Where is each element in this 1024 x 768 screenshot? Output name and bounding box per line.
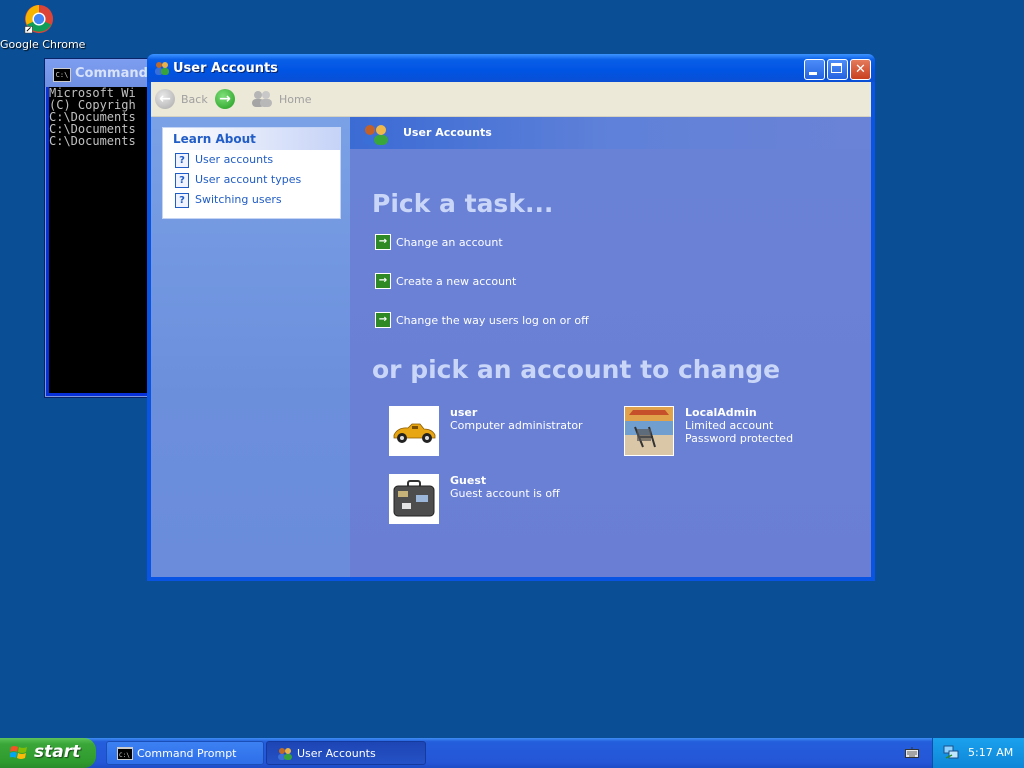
account-name: user xyxy=(450,406,478,419)
account-password-status: Password protected xyxy=(685,432,794,445)
console-line: C:\Documents xyxy=(49,134,136,148)
keyboard-icon[interactable] xyxy=(905,747,919,758)
task-pane: Learn About ? User accounts ? User accou… xyxy=(151,117,350,577)
suitcase-icon xyxy=(390,475,438,523)
learn-link-label: User account types xyxy=(195,173,302,186)
beach-chairs-icon xyxy=(625,407,673,455)
main-pane: User Accounts Pick a task... → Change an… xyxy=(350,117,871,577)
network-icon[interactable] xyxy=(943,745,959,760)
taskbar-item-user-accounts[interactable]: User Accounts xyxy=(266,741,426,765)
task-label: Change the way users log on or off xyxy=(396,313,589,327)
system-tray: 5:17 AM xyxy=(932,738,1024,768)
task-change-account[interactable]: → Change an account xyxy=(375,234,503,250)
minimize-button[interactable] xyxy=(804,59,825,80)
user-accounts-icon xyxy=(278,748,292,760)
pane-header: User Accounts xyxy=(350,117,871,149)
account-picture-suitcase[interactable] xyxy=(389,474,439,524)
svg-text:C:\: C:\ xyxy=(119,752,130,759)
start-label: start xyxy=(34,742,81,762)
user-accounts-window: User Accounts ✕ ← Back → Home Learn Abou… xyxy=(147,54,875,581)
pick-task-heading: Pick a task... xyxy=(372,189,554,218)
account-type: Limited account xyxy=(685,419,774,432)
content-area: Learn About ? User accounts ? User accou… xyxy=(151,117,871,577)
account-name: Guest xyxy=(450,474,487,487)
race-car-icon xyxy=(390,407,438,455)
home-button[interactable]: Home xyxy=(251,87,311,111)
close-button[interactable]: ✕ xyxy=(850,59,871,80)
desktop-icon-chrome[interactable]: Google Chrome xyxy=(0,2,86,54)
task-arrow-icon: → xyxy=(375,234,391,250)
account-picture-race-car[interactable] xyxy=(389,406,439,456)
account-localadmin[interactable]: LocalAdmin Limited account Password prot… xyxy=(624,406,844,458)
learn-link-label: User accounts xyxy=(195,153,274,166)
learn-about-heading: Learn About xyxy=(163,128,340,150)
task-label: Create a new account xyxy=(396,274,517,288)
account-picture-beach-chairs[interactable] xyxy=(624,406,674,456)
command-prompt-window[interactable]: C:\ Command P Microsoft Wi (C) Copyrigh … xyxy=(44,58,162,398)
account-name: LocalAdmin xyxy=(685,406,757,419)
account-user[interactable]: user Computer administrator xyxy=(389,406,609,458)
task-label: Change an account xyxy=(396,235,503,249)
user-accounts-icon xyxy=(155,62,169,75)
maximize-icon xyxy=(831,63,842,73)
taskbar-item-label: User Accounts xyxy=(297,747,376,760)
learn-link-label: Switching users xyxy=(195,193,282,206)
forward-button[interactable]: → xyxy=(215,87,235,111)
toolbar: ← Back → Home xyxy=(151,82,871,117)
account-guest[interactable]: Guest Guest account is off xyxy=(389,474,609,526)
back-label: Back xyxy=(181,92,208,106)
cmd-icon: C:\ xyxy=(53,68,71,82)
user-accounts-header-icon xyxy=(363,125,388,145)
help-icon: ? xyxy=(175,173,189,188)
account-status: Guest account is off xyxy=(450,487,560,500)
help-icon: ? xyxy=(175,193,189,208)
window-title-bar[interactable]: User Accounts ✕ xyxy=(147,54,875,82)
taskbar: start C:\ Command Prompt User Accounts 5… xyxy=(0,738,1024,768)
window-title: User Accounts xyxy=(173,61,278,76)
task-change-logon[interactable]: → Change the way users log on or off xyxy=(375,312,589,328)
close-icon: ✕ xyxy=(855,62,866,77)
back-button[interactable]: ← Back xyxy=(155,87,208,111)
account-type: Computer administrator xyxy=(450,419,583,432)
taskbar-item-command-prompt[interactable]: C:\ Command Prompt xyxy=(106,741,264,765)
windows-logo-icon xyxy=(10,746,27,759)
taskbar-item-label: Command Prompt xyxy=(137,747,237,760)
minimize-icon xyxy=(809,72,817,75)
command-prompt-icon: C:\ xyxy=(117,747,133,760)
task-arrow-icon: → xyxy=(375,312,391,328)
desktop-icon-label: Google Chrome xyxy=(0,38,86,51)
task-arrow-icon: → xyxy=(375,273,391,289)
learn-link-switching-users[interactable]: ? Switching users xyxy=(163,190,340,210)
clock[interactable]: 5:17 AM xyxy=(968,746,1013,759)
maximize-button[interactable] xyxy=(827,59,848,80)
cmd-console[interactable]: Microsoft Wi (C) Copyrigh C:\Documents C… xyxy=(49,87,155,393)
forward-arrow-icon: → xyxy=(215,89,235,109)
task-create-account[interactable]: → Create a new account xyxy=(375,273,516,289)
pick-account-heading: or pick an account to change xyxy=(372,355,781,384)
home-label: Home xyxy=(279,92,312,106)
pane-header-title: User Accounts xyxy=(403,126,492,139)
start-button[interactable]: start xyxy=(0,738,96,768)
learn-link-account-types[interactable]: ? User account types xyxy=(163,170,340,190)
learn-link-user-accounts[interactable]: ? User accounts xyxy=(163,150,340,170)
learn-about-panel: Learn About ? User accounts ? User accou… xyxy=(162,127,341,219)
cmd-title-bar[interactable]: C:\ Command P xyxy=(45,59,162,87)
help-icon: ? xyxy=(175,153,189,168)
back-arrow-icon: ← xyxy=(155,89,175,109)
home-icon xyxy=(252,91,272,107)
chrome-icon xyxy=(24,4,54,34)
